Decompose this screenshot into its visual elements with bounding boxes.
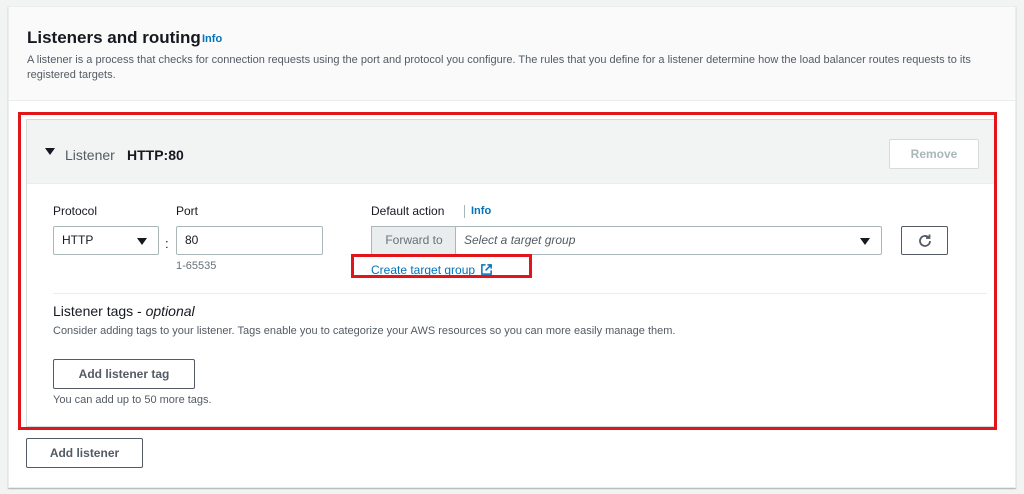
- protocol-label: Protocol: [53, 204, 98, 218]
- listener-label: Listener: [65, 147, 115, 163]
- tags-title-text: Listener tags -: [53, 303, 146, 319]
- caret-down-icon[interactable]: [45, 148, 55, 155]
- protocol-port-separator: :: [165, 236, 169, 251]
- listener-tags-description: Consider adding tags to your listener. T…: [53, 325, 676, 337]
- section-description: A listener is a process that checks for …: [27, 54, 971, 81]
- target-group-placeholder: Select a target group: [464, 233, 576, 247]
- listener-name: HTTP:80: [127, 147, 184, 163]
- default-action-info-link[interactable]: Info: [471, 205, 491, 217]
- listener-container: Listener HTTP:80 Remove Protocol HTTP : …: [26, 119, 996, 427]
- forward-to-addon: Forward to: [371, 226, 456, 255]
- listener-header: Listener HTTP:80 Remove: [27, 120, 995, 184]
- listener-tags-title: Listener tags - optional: [53, 303, 195, 319]
- section-info-link[interactable]: Info: [202, 33, 222, 45]
- tags-optional-text: optional: [145, 303, 195, 319]
- remove-listener-button[interactable]: Remove: [889, 139, 979, 169]
- chevron-down-icon: [860, 238, 870, 245]
- refresh-target-groups-button[interactable]: [901, 226, 948, 255]
- refresh-icon: [918, 234, 931, 247]
- panel-header: Listeners and routing Info A listener is…: [9, 7, 1015, 101]
- label-info-divider: [464, 205, 465, 218]
- default-action-label: Default action: [371, 204, 445, 218]
- section-title: Listeners and routing: [27, 28, 201, 47]
- protocol-select[interactable]: HTTP: [53, 226, 159, 255]
- port-label: Port: [176, 204, 199, 218]
- port-input[interactable]: 80: [176, 226, 323, 255]
- target-group-select[interactable]: Select a target group: [455, 226, 882, 255]
- tags-limit-hint: You can add up to 50 more tags.: [53, 394, 212, 406]
- section-divider: [53, 293, 987, 294]
- add-listener-button[interactable]: Add listener: [26, 438, 143, 468]
- protocol-value: HTTP: [62, 233, 94, 247]
- listeners-routing-panel: Listeners and routing Info A listener is…: [8, 6, 1016, 488]
- chevron-down-icon: [137, 238, 147, 245]
- port-hint: 1-65535: [176, 260, 217, 272]
- add-listener-tag-button[interactable]: Add listener tag: [53, 359, 195, 389]
- create-target-group-label: Create target group: [371, 263, 476, 277]
- create-target-group-link[interactable]: Create target group: [371, 263, 493, 277]
- external-link-icon: [481, 264, 493, 275]
